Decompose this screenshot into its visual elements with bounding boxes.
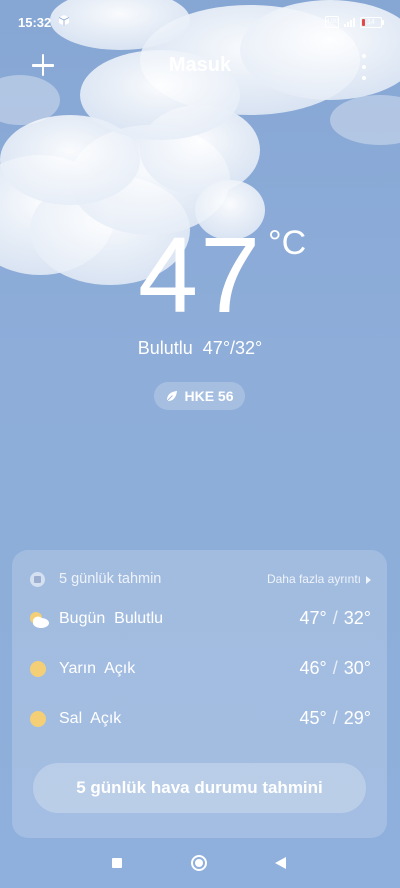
aqi-badge[interactable]: HKE 56 [154,382,245,410]
battery-icon: 14 [360,16,384,28]
five-day-forecast-button[interactable]: 5 günlük hava durumu tahmini [33,763,366,813]
city-title: Masuk [168,54,232,76]
sun-icon [30,711,46,727]
network-speed: 4.00 [325,16,339,28]
home-button[interactable] [191,855,207,871]
leaf-icon [167,390,178,401]
chevron-right-icon [366,575,371,584]
back-button[interactable] [275,857,286,869]
navigation-bar [0,848,400,880]
forecast-title: 5 günlük tahmin [59,571,162,587]
current-condition: Bulutlu [137,338,193,358]
current-condition-line: Bulutlu 47°/32° [0,338,400,359]
recent-apps-button[interactable] [112,858,122,868]
temperature-unit: °C [268,224,307,262]
sun-icon [30,661,46,677]
current-high-low: 47°/32° [202,338,263,358]
forecast-temps: 47°/32° [299,608,371,628]
forecast-day-label: Yarın Açık [59,660,136,677]
status-bar: 15:32 4.00 14 [0,0,400,44]
partly-cloudy-icon [30,612,49,628]
status-icons: 4.00 14 [325,16,384,28]
top-bar: Masuk [0,48,400,84]
status-time: 15:32 [18,15,52,30]
forecast-day-label: Sal Açık [59,710,122,727]
forecast-header: 5 günlük tahmin Daha fazla ayrıntı [28,570,371,590]
more-options-button[interactable] [354,52,374,82]
forecast-temps: 46°/30° [299,658,371,678]
current-temperature: 47 [138,214,263,335]
more-details-label: Daha fazla ayrıntı [266,572,361,586]
battery-level: 14 [367,18,375,26]
more-details-link[interactable]: Daha fazla ayrıntı [267,572,371,586]
forecast-card: 5 günlük tahmin Daha fazla ayrıntı Bugün… [12,550,387,838]
calendar-icon [30,572,45,587]
forecast-row-tuesday[interactable]: Sal Açık 45°/29° [28,708,371,732]
signal-icon [344,17,355,27]
forecast-row-tomorrow[interactable]: Yarın Açık 46°/30° [28,658,371,682]
current-temperature-block: 47 °C [0,215,400,335]
forecast-temps: 45°/29° [299,708,371,728]
box-icon [58,15,70,26]
forecast-row-today[interactable]: Bugün Bulutlu 47°/32° [28,608,371,632]
more-vertical-icon [362,54,366,58]
aqi-label: HKE 56 [184,388,234,404]
forecast-day-label: Bugün Bulutlu [59,610,164,627]
